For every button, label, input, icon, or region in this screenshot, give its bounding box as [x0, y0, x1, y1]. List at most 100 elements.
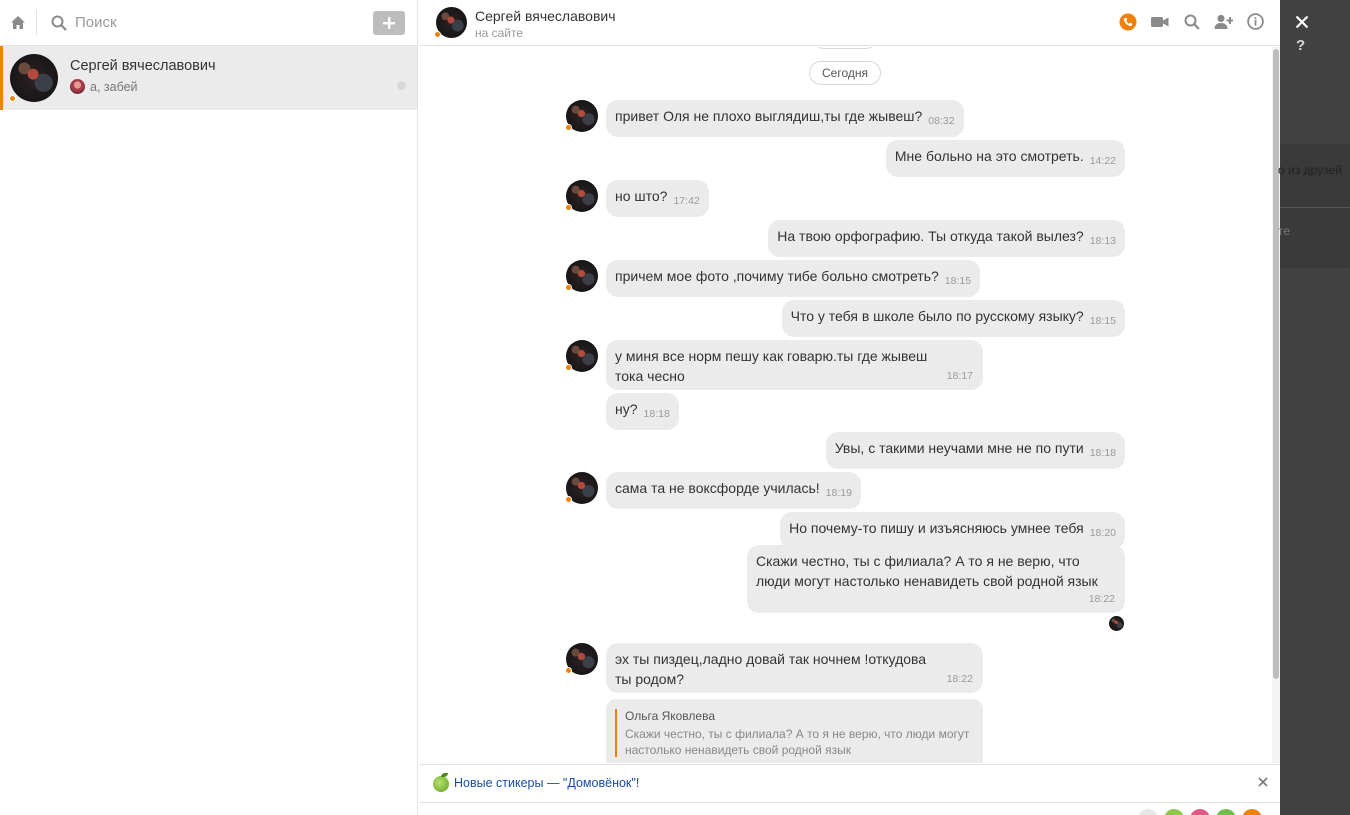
last-message-text: а, забей	[90, 79, 138, 94]
message-time: 17:42	[673, 195, 700, 207]
chat-panel: Сергей вячеславович на сайте Сегодня при…	[419, 0, 1280, 815]
incoming-message[interactable]: привет Оля не плохо выглядиш,ты где жыве…	[606, 100, 964, 137]
online-indicator	[565, 204, 572, 211]
outgoing-message[interactable]: Но почему-то пишу и изъясняюсь умнее теб…	[780, 512, 1125, 549]
message-time: 18:20	[1089, 527, 1116, 539]
apple-icon	[433, 776, 449, 792]
conversation-item[interactable]: Сергей вячеславович а, забей	[0, 46, 417, 110]
message-text: На твою орфографию. Ты откуда такой выле…	[777, 228, 1084, 244]
outgoing-message[interactable]: На твою орфографию. Ты откуда такой выле…	[768, 220, 1125, 257]
left-toolbar	[0, 0, 417, 46]
outgoing-message[interactable]: Увы, с такими неучами мне не по пути 18:1…	[825, 432, 1125, 469]
quote-author: Ольга Яковлева	[625, 709, 715, 723]
incoming-message[interactable]: но што? 17:42	[606, 180, 709, 217]
search-input[interactable]	[75, 14, 335, 31]
scrollbar-thumb[interactable]	[1273, 49, 1279, 679]
message-time: 18:22	[1088, 593, 1115, 605]
online-indicator	[565, 496, 572, 503]
new-stickers-link[interactable]: Новые стикеры — "Домовёнок"!	[454, 776, 639, 790]
conversation-preview: а, забей	[70, 79, 138, 94]
message-list: Сегодня привет Оля не плохо выглядиш,ты …	[419, 47, 1271, 763]
quote-accent-bar	[615, 709, 617, 757]
incoming-message[interactable]: причем мое фото ,почиму тибе больно смот…	[606, 260, 981, 297]
outgoing-message[interactable]: Мне больно на это смотреть. 14:22	[885, 140, 1125, 177]
message-time: 14:22	[1089, 155, 1116, 167]
video-camera-icon	[1150, 16, 1168, 27]
chat-title[interactable]: Сергей вячеславович	[475, 8, 616, 24]
message-text: но што?	[615, 188, 668, 204]
ok-messages-app: Сергей вячеславович а, забей Сергей вяче…	[0, 0, 1350, 815]
message-time: 18:13	[1089, 235, 1116, 247]
message-text: привет Оля не плохо выглядиш,ты где жыве…	[615, 108, 923, 124]
message-text: у миня все норм пешу как говарю.ты где ж…	[615, 348, 928, 384]
message-time: 18:19	[825, 487, 852, 499]
quote-text: Скажи честно, ты с филиала? А то я не ве…	[625, 727, 970, 757]
sender-avatar	[70, 79, 85, 94]
call-button[interactable]	[1118, 12, 1137, 31]
add-participant-button[interactable]	[1214, 12, 1233, 31]
online-indicator	[565, 364, 572, 371]
message-text: Но почему-то пишу и изъясняюсь умнее теб…	[789, 520, 1084, 536]
conversation-list-panel: Сергей вячеславович а, забей	[0, 0, 418, 815]
online-indicator	[434, 31, 441, 38]
message-text: ну?	[615, 401, 638, 417]
close-messages-button[interactable]	[1290, 10, 1314, 34]
outgoing-message[interactable]: Скажи честно, ты с филиала? А то я не ве…	[747, 545, 1125, 613]
message-text: причем мое фото ,почиму тибе больно смот…	[615, 268, 939, 284]
incoming-message[interactable]: у миня все норм пешу как говарю.ты где ж…	[606, 340, 983, 390]
notice-close-button[interactable]	[1256, 775, 1270, 789]
message-time: 18:18	[1089, 447, 1116, 459]
chat-info-button[interactable]	[1246, 12, 1265, 31]
plus-icon	[383, 16, 395, 29]
close-icon	[1258, 777, 1268, 787]
quoted-message[interactable]: Ольга Яковлева Скажи честно, ты с филиал…	[606, 699, 983, 763]
search-icon	[1184, 14, 1200, 30]
home-icon	[11, 16, 25, 29]
message-text: Что у тебя в школе было по русскому язык…	[790, 308, 1084, 324]
message-time: 08:32	[928, 115, 955, 127]
message-time: 18:17	[946, 370, 973, 382]
search-box[interactable]	[37, 0, 373, 46]
message-time: 18:15	[944, 275, 972, 287]
incoming-message[interactable]: ну? 18:18	[606, 393, 679, 430]
online-indicator	[565, 667, 572, 674]
dark-overlay: ? о из друзей те	[1278, 0, 1350, 815]
background-text: о из друзей	[1278, 163, 1342, 177]
outgoing-message[interactable]: Что у тебя в школе было по русскому язык…	[781, 300, 1125, 337]
background-text: те	[1278, 224, 1291, 238]
date-separator: Сегодня	[809, 61, 881, 85]
phone-icon	[1119, 13, 1136, 30]
close-icon	[1295, 15, 1309, 29]
help-button[interactable]: ?	[1296, 37, 1305, 54]
online-indicator	[565, 124, 572, 131]
add-user-icon	[1214, 14, 1233, 29]
conversation-name: Сергей вячеславович	[70, 58, 216, 74]
read-receipt-avatar	[1109, 616, 1124, 631]
message-text: Скажи честно, ты с филиала? А то я не ве…	[756, 553, 1098, 589]
message-text: Увы, с такими неучами мне не по пути	[834, 440, 1084, 456]
read-status-dot	[397, 81, 406, 90]
apple-leaf-icon	[441, 773, 448, 777]
incoming-message[interactable]: сама та не воксфорде училась! 18:19	[606, 472, 861, 509]
chat-header: Сергей вячеславович на сайте	[419, 0, 1280, 46]
divider	[1280, 207, 1350, 208]
online-indicator	[9, 95, 16, 102]
home-button[interactable]	[0, 0, 36, 46]
video-call-button[interactable]	[1150, 12, 1169, 31]
info-icon	[1247, 13, 1264, 30]
incoming-message[interactable]: эх ты пиздец,ладно довай так ночнем !отк…	[606, 643, 983, 693]
message-scrollbar[interactable]	[1272, 47, 1280, 763]
message-text: эх ты пиздец,ладно довай так ночнем !отк…	[615, 651, 927, 687]
avatar	[10, 54, 58, 102]
message-time: 18:15	[1089, 315, 1116, 327]
online-indicator	[565, 284, 572, 291]
message-time: 18:18	[643, 408, 670, 420]
new-chat-button[interactable]	[373, 10, 405, 35]
message-text: Мне больно на это смотреть.	[894, 148, 1084, 164]
message-time: 18:22	[946, 673, 973, 685]
search-chat-button[interactable]	[1182, 12, 1201, 31]
previous-date-pill	[812, 47, 878, 49]
search-icon	[51, 15, 67, 31]
message-text: сама та не воксфорде училась!	[615, 480, 820, 496]
sticker-notice-bar: Новые стикеры — "Домовёнок"!	[419, 764, 1280, 802]
